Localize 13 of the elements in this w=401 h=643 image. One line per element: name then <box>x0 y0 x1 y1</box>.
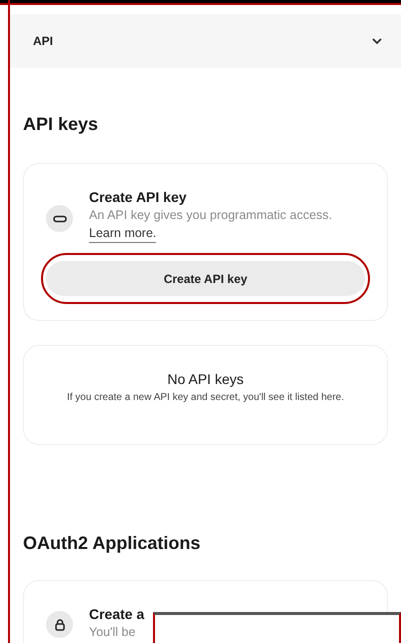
create-api-key-button[interactable]: Create API key <box>46 261 365 296</box>
chevron-down-icon <box>371 37 383 45</box>
section-heading: API keys <box>23 113 100 135</box>
card-description: An API key gives you programmatic access. <box>89 207 332 224</box>
empty-state-title: No API keys <box>167 370 244 388</box>
card-title: Create a <box>89 605 144 623</box>
lock-icon <box>46 611 73 638</box>
empty-state-message: If you create a new API key and secret, you'll see it listed here. <box>66 391 346 405</box>
section-heading: OAuth2 Applications <box>23 532 202 554</box>
section-dropdown[interactable]: API <box>10 14 401 68</box>
card-description: You'll be <box>89 624 136 641</box>
card-title: Create API key <box>89 188 188 206</box>
learn-more-link[interactable]: Learn more. <box>89 224 156 243</box>
